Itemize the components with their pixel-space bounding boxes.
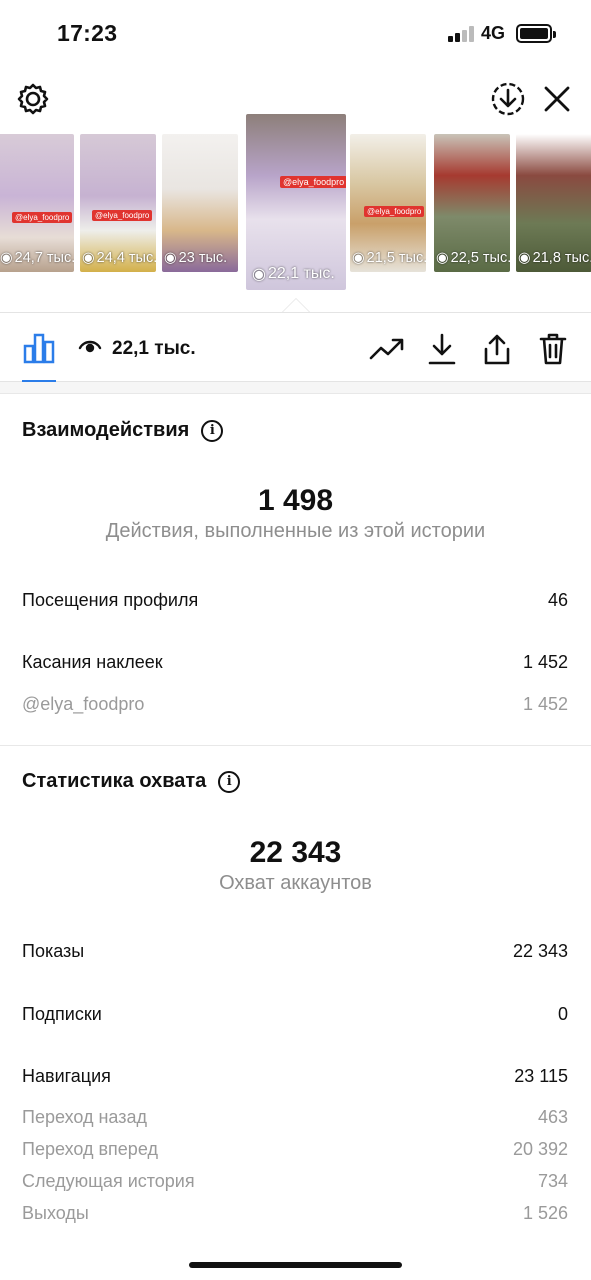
story-views: ◉ 21,5 тыс.: [352, 250, 426, 266]
status-bar: 17:23 4G: [0, 0, 591, 66]
eye-icon: ◉: [0, 250, 13, 266]
eye-icon: ◉: [252, 266, 266, 283]
story-tag: @elya_foodpro: [12, 212, 73, 223]
selected-story-pointer: [282, 298, 310, 312]
section-separator: [0, 745, 591, 746]
stat-label: Следующая история: [22, 1171, 195, 1191]
stat-label: Переход назад: [22, 1107, 148, 1127]
bar-chart-icon[interactable]: [22, 331, 56, 365]
story-views: ◉ 23 тыс.: [164, 250, 228, 266]
stat-value: 20 392: [512, 1139, 568, 1159]
reach-total: 22 343: [249, 836, 342, 869]
reach-subtitle: Охват аккаунтов: [219, 872, 372, 894]
stat-value: 1 452: [522, 652, 568, 672]
signal-strength-icon: [448, 26, 476, 42]
story-thumbnail-strip[interactable]: @elya_foodpro ◉ 24,7 тыс. @elya_foodpro ◉…: [0, 114, 591, 292]
story-views: ◉ 22,1 тыс.: [252, 265, 335, 283]
stat-row: Показы 22 343: [22, 941, 568, 962]
story-views: ◉ 24,4 тыс.: [82, 250, 156, 266]
share-icon[interactable]: [480, 331, 514, 367]
stat-label: Подписки: [22, 1004, 102, 1024]
close-icon[interactable]: [538, 80, 576, 118]
stat-value: 734: [537, 1171, 568, 1191]
stat-value: 22 343: [512, 941, 568, 961]
story-thumbnail[interactable]: @elya_foodpro ◉ 24,4 тыс.: [80, 134, 156, 272]
stat-row: Навигация 23 115: [22, 1066, 568, 1087]
stat-row-sub: Переход вперед 20 392: [22, 1139, 568, 1160]
section-divider: [0, 382, 591, 394]
trash-icon[interactable]: [536, 331, 570, 367]
stat-value: 1 526: [522, 1203, 568, 1223]
story-tag: @elya_foodpro: [280, 176, 346, 188]
download-icon[interactable]: [425, 331, 459, 367]
stat-row: Посещения профиля 46: [22, 590, 568, 611]
stat-label: @elya_foodpro: [22, 694, 145, 714]
download-circle-icon[interactable]: [489, 80, 527, 118]
stat-value: 23 115: [514, 1066, 568, 1086]
story-thumbnail[interactable]: @elya_foodpro ◉ 21,5 тыс.: [350, 134, 426, 272]
stat-value: 0: [557, 1004, 568, 1024]
info-icon[interactable]: i: [201, 419, 224, 442]
story-thumbnail-active[interactable]: @elya_foodpro ◉ 22,1 тыс.: [246, 114, 346, 290]
interactions-section-title: Взаимодействия i: [22, 419, 224, 442]
status-time: 17:23: [57, 20, 118, 46]
stat-row-sub: Переход назад 463: [22, 1107, 568, 1128]
info-icon[interactable]: i: [218, 770, 241, 793]
stat-label: Навигация: [22, 1066, 111, 1086]
stat-row-sub: Выходы 1 526: [22, 1203, 568, 1224]
stat-label: Выходы: [22, 1203, 89, 1223]
gear-icon[interactable]: [14, 80, 52, 118]
story-toolbar: 22,1 тыс.: [0, 312, 591, 382]
stat-label: Касания наклеек: [22, 652, 163, 672]
stat-label: Показы: [22, 941, 85, 961]
home-indicator[interactable]: [189, 1262, 402, 1268]
story-thumbnail[interactable]: ◉ 23 тыс.: [162, 134, 238, 272]
story-views: ◉ 21,8 тыс.: [518, 250, 591, 266]
stat-value: 463: [537, 1107, 568, 1127]
battery-icon: [516, 24, 556, 43]
eye-icon: [78, 337, 102, 361]
stat-label: Переход вперед: [22, 1139, 158, 1159]
interactions-title: Взаимодействия: [22, 419, 190, 441]
eye-icon: ◉: [352, 250, 365, 266]
story-thumbnail[interactable]: ◉ 21,8 тыс.: [516, 134, 591, 272]
story-thumbnail[interactable]: @elya_foodpro ◉ 24,7 тыс.: [0, 134, 74, 272]
story-thumbnail[interactable]: ◉ 22,5 тыс.: [434, 134, 510, 272]
interactions-total: 1 498: [257, 484, 334, 517]
stat-row: Касания наклеек 1 452: [22, 652, 568, 673]
reach-section-title: Статистика охвата i: [22, 770, 241, 793]
eye-icon: ◉: [436, 250, 449, 266]
eye-icon: ◉: [164, 250, 177, 266]
stat-row-sub: @elya_foodpro 1 452: [22, 694, 568, 715]
story-views: ◉ 22,5 тыс.: [436, 250, 510, 266]
eye-icon: ◉: [82, 250, 95, 266]
toolbar-views: 22,1 тыс.: [78, 337, 196, 361]
story-tag: @elya_foodpro: [364, 206, 425, 217]
interactions-subtitle: Действия, выполненные из этой истории: [105, 520, 486, 542]
reach-title: Статистика охвата: [22, 770, 207, 792]
stat-value: 1 452: [522, 694, 568, 714]
toolbar-views-count: 22,1 тыс.: [112, 338, 196, 359]
story-tag: @elya_foodpro: [92, 210, 153, 221]
network-type: 4G: [481, 23, 506, 43]
trending-up-icon[interactable]: [368, 333, 406, 365]
stat-label: Посещения профиля: [22, 590, 199, 610]
eye-icon: ◉: [518, 250, 531, 266]
story-views: ◉ 24,7 тыс.: [0, 250, 74, 266]
stat-value: 46: [547, 590, 568, 610]
stat-row: Подписки 0: [22, 1004, 568, 1025]
stat-row-sub: Следующая история 734: [22, 1171, 568, 1192]
